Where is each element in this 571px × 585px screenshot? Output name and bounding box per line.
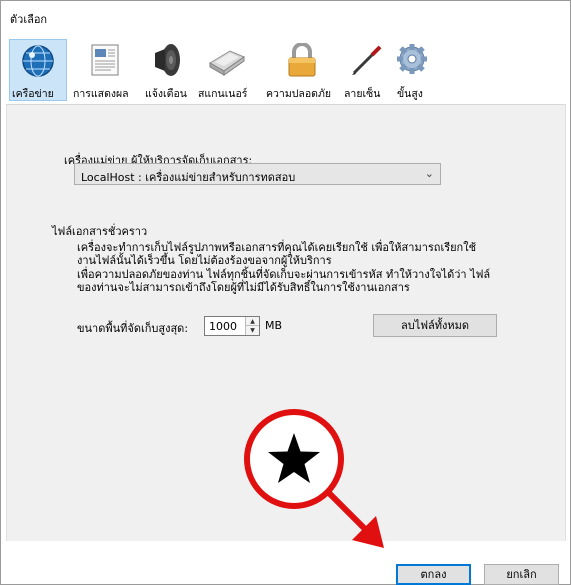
tab-notifications[interactable]: แจ้งเตือน xyxy=(143,39,191,101)
scanner-icon xyxy=(209,50,246,76)
server-dropdown[interactable]: LocalHost : เครื่องแม่ข่ายสำหรับการทดสอบ… xyxy=(74,163,441,185)
temp-files-description-line: ของท่านจะไม่สามารถเข้าถึงโดยผู้ที่ไม่มีไ… xyxy=(77,281,410,294)
stepper-buttons: ▲ ▼ xyxy=(245,317,259,335)
tab-network-label: เครือข่าย xyxy=(12,88,54,100)
pen-icon xyxy=(352,45,382,75)
network-globe-icon xyxy=(22,45,54,77)
speaker-icon xyxy=(155,44,180,76)
display-document-icon xyxy=(91,44,119,76)
title-bar: ตัวเลือก xyxy=(1,1,570,31)
tab-advanced-label: ขั้นสูง xyxy=(397,88,423,100)
preferences-toolbar: เครือข่าย การแสดงผล แจ้งเตือน สแกนเนอร์ … xyxy=(1,39,570,103)
server-dropdown-value: LocalHost : เครื่องแม่ข่ายสำหรับการทดสอบ xyxy=(81,171,296,184)
padlock-icon xyxy=(288,43,316,77)
clear-all-files-button[interactable]: ลบไฟล์ทั้งหมด xyxy=(373,314,497,337)
options-dialog: ตัวเลือก เครือข่าย การแสดงผล แจ้งเตือน ส… xyxy=(0,0,571,585)
tab-scanner[interactable]: สแกนเนอร์ xyxy=(198,39,254,101)
tab-advanced[interactable]: ขั้นสูง xyxy=(391,39,433,101)
window-title: ตัวเลือก xyxy=(10,13,48,26)
max-size-value[interactable]: 1000 xyxy=(209,320,237,333)
tab-signature-label: ลายเซ็น xyxy=(344,88,381,100)
chevron-down-icon: ⌄ xyxy=(424,167,434,180)
ok-button[interactable]: ตกลง xyxy=(396,564,471,585)
max-size-label: ขนาดพื้นที่จัดเก็บสูงสุด: xyxy=(77,322,189,335)
stepper-down-icon[interactable]: ▼ xyxy=(246,326,259,335)
gear-icon xyxy=(397,44,427,74)
size-unit: MB xyxy=(265,319,283,332)
stepper-up-icon[interactable]: ▲ xyxy=(246,317,259,326)
tab-network[interactable]: เครือข่าย xyxy=(9,39,67,101)
cancel-button[interactable]: ยกเลิก xyxy=(484,564,559,585)
tab-display-label: การแสดงผล xyxy=(73,88,129,100)
tab-signature[interactable]: ลายเซ็น xyxy=(343,39,389,101)
tab-security-label: ความปลอดภัย xyxy=(266,88,332,100)
max-size-stepper[interactable]: 1000 ▲ ▼ xyxy=(204,316,260,336)
tab-security[interactable]: ความปลอดภัย xyxy=(264,39,336,101)
tab-notifications-label: แจ้งเตือน xyxy=(145,88,187,100)
tab-display[interactable]: การแสดงผล xyxy=(73,39,133,101)
tab-scanner-label: สแกนเนอร์ xyxy=(198,88,248,100)
